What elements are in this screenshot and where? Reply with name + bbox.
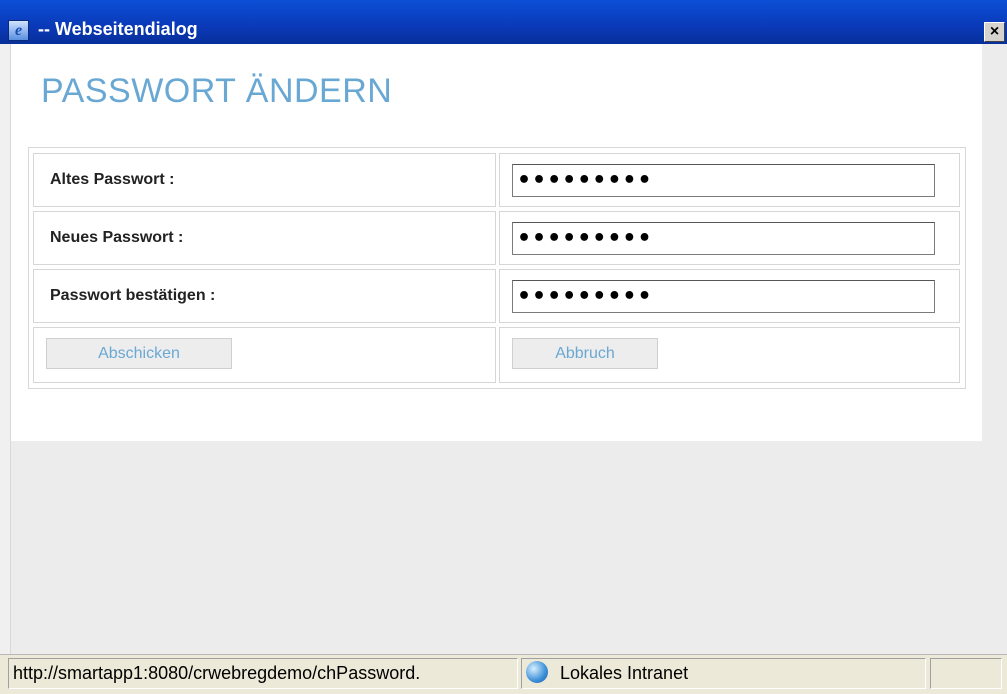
confirm-password-input[interactable]: ••••••••• [512,280,935,313]
submit-button[interactable]: Abschicken [46,338,232,369]
status-zone: Lokales Intranet [521,658,926,689]
title-bar: e -- Webseitendialog × [0,0,1007,44]
label-cell: Neues Passwort : [33,211,496,265]
globe-icon [526,661,548,684]
button-cell: Abschicken [33,327,496,383]
password-form: Altes Passwort : ••••••••• Neues Passwor… [28,147,966,389]
status-bar: http://smartapp1:8080/crwebregdemo/chPas… [0,654,1007,694]
zone-label: Lokales Intranet [560,663,689,683]
confirm-password-label: Passwort bestätigen : [50,287,216,304]
input-cell: ••••••••• [499,269,960,323]
old-password-input[interactable]: ••••••••• [512,164,935,197]
ie-icon: e [8,20,29,41]
input-cell: ••••••••• [499,153,960,207]
new-password-label: Neues Passwort : [50,229,184,246]
page-title: PASSWORT ÄNDERN [41,72,393,110]
new-password-input[interactable]: ••••••••• [512,222,935,255]
old-password-label: Altes Passwort : [50,171,175,188]
close-button[interactable]: × [984,22,1005,42]
window-frame-left [0,44,11,654]
label-cell: Altes Passwort : [33,153,496,207]
status-extra [930,658,1002,689]
button-cell: Abbruch [499,327,960,383]
window-title: -- Webseitendialog [38,19,198,39]
dialog-content: PASSWORT ÄNDERN Altes Passwort : •••••••… [11,44,982,441]
status-url: http://smartapp1:8080/crwebregdemo/chPas… [8,658,518,689]
cancel-button[interactable]: Abbruch [512,338,658,369]
input-cell: ••••••••• [499,211,960,265]
label-cell: Passwort bestätigen : [33,269,496,323]
